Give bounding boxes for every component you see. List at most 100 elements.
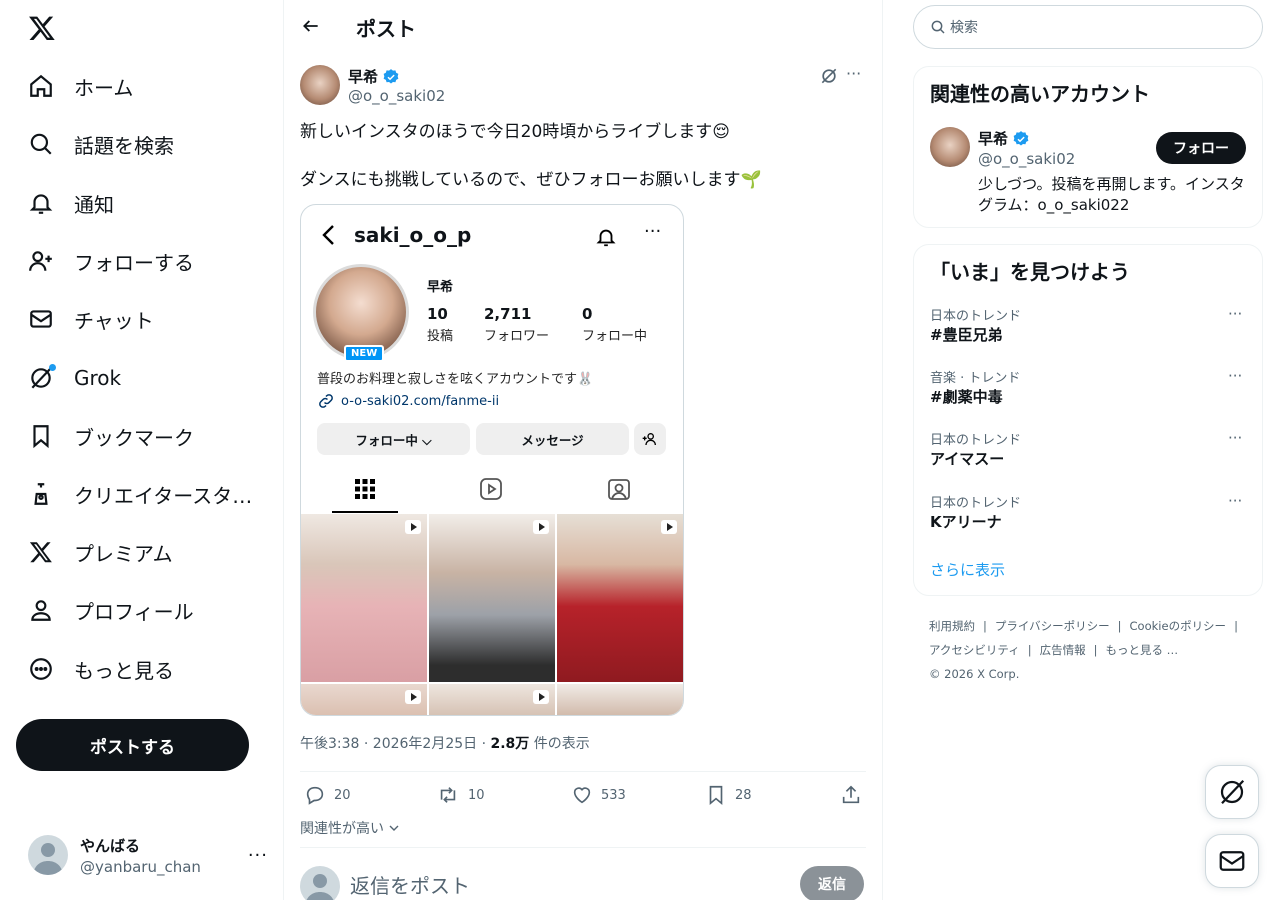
- grok-icon: [28, 364, 56, 391]
- reply-icon: [306, 786, 324, 805]
- page-title: ポスト: [356, 17, 416, 41]
- trend-name: #豊臣兄弟: [930, 326, 1003, 344]
- recommended-title: 関連性の高いアカウント: [930, 82, 1150, 106]
- trend-item[interactable]: 日本のトレンド アイマスー ···: [914, 429, 1262, 491]
- cookie-link[interactable]: Cookieのポリシー: [1130, 619, 1227, 633]
- recommended-name-row[interactable]: 早希: [978, 128, 1030, 149]
- ig-following-button: フォロー中 ⌵: [317, 423, 470, 455]
- tagged-icon: [608, 479, 630, 500]
- nav-creator-studio[interactable]: クリエイタースタ…: [28, 469, 252, 519]
- recommended-name: 早希: [978, 130, 1009, 148]
- ig-stat-followers: 2,711 フォロワー: [484, 305, 549, 344]
- separator: |: [1234, 619, 1238, 633]
- reply-input[interactable]: 返信をポスト: [350, 870, 470, 899]
- ig-stat-following: 0 フォロー中: [582, 305, 647, 344]
- ads-info-link[interactable]: 広告情報: [1040, 643, 1086, 657]
- arrow-left-icon: [303, 20, 318, 32]
- nav-more[interactable]: もっと見る: [28, 644, 174, 694]
- post-timestamp[interactable]: 午後3:38 · 2026年2月25日 ·: [300, 736, 491, 752]
- reply-submit-button[interactable]: 返信: [800, 866, 864, 900]
- sort-replies-dropdown[interactable]: 関連性が高い: [300, 818, 400, 838]
- trend-category: 日本のトレンド: [930, 309, 1022, 324]
- author-name-row[interactable]: 早希: [348, 66, 400, 87]
- grok-floating-button[interactable]: [1205, 765, 1259, 819]
- nav-notifications[interactable]: 通知: [28, 178, 114, 228]
- repost-icon: [440, 787, 456, 803]
- more-icon[interactable]: ···: [1228, 305, 1242, 323]
- ig-photo: [301, 684, 427, 715]
- left-sidebar: ホーム 話題を検索 通知 フォローする チャット Grok ブックマーク クリエ…: [0, 0, 284, 900]
- back-button[interactable]: [298, 13, 324, 39]
- author-avatar[interactable]: [300, 65, 340, 105]
- trend-item[interactable]: 日本のトレンド #豊臣兄弟 ···: [914, 305, 1262, 367]
- repost-button[interactable]: 10: [436, 784, 485, 806]
- heart-icon: [573, 787, 591, 804]
- nav-explore[interactable]: 話題を検索: [28, 119, 174, 169]
- show-more-link[interactable]: さらに表示: [930, 559, 1005, 580]
- post-text-line: 新しいインスタのほうで今日20時頃からライブします😌: [300, 122, 731, 142]
- play-icon: [533, 690, 549, 704]
- account-switcher[interactable]: やんばる @yanbaru_chan ···: [28, 830, 268, 880]
- share-button[interactable]: [840, 784, 870, 806]
- nav-bookmarks[interactable]: ブックマーク: [28, 411, 194, 461]
- x-logo-icon[interactable]: [28, 14, 56, 42]
- trend-item[interactable]: 音楽 · トレンド #劇薬中毒 ···: [914, 367, 1262, 429]
- grok-icon[interactable]: [819, 66, 839, 86]
- accessibility-link[interactable]: アクセシビリティ: [929, 643, 1020, 657]
- account-name: やんばる: [80, 836, 141, 855]
- author-handle[interactable]: @o_o_saki02: [348, 87, 445, 105]
- nav-creator-studio-label: クリエイタースタ…: [74, 483, 253, 508]
- like-button[interactable]: 533: [571, 784, 626, 806]
- avatar: [300, 866, 340, 900]
- copyright: © 2026 X Corp.: [929, 667, 1020, 681]
- active-tab-indicator: [332, 511, 398, 513]
- add-person-icon: [28, 248, 54, 274]
- privacy-link[interactable]: プライバシーポリシー: [995, 619, 1110, 633]
- search-input[interactable]: 検索: [913, 5, 1263, 49]
- reply-count: 20: [334, 787, 351, 803]
- reply-button[interactable]: 20: [304, 784, 351, 806]
- post-media-image[interactable]: saki_o_o_p ··· NEW 早希 10 投稿 2,711 フォロワー …: [300, 204, 684, 716]
- post-button[interactable]: ポストする: [16, 719, 249, 771]
- more-icon[interactable]: ···: [846, 64, 861, 83]
- terms-link[interactable]: 利用規約: [929, 619, 975, 633]
- ig-photo: [557, 514, 683, 682]
- nav-chat-label: チャット: [74, 308, 154, 333]
- nav-chat[interactable]: チャット: [28, 294, 154, 344]
- nav-grok[interactable]: Grok: [28, 353, 121, 403]
- grid-icon: [355, 479, 375, 499]
- trend-name: #劇薬中毒: [930, 388, 1003, 406]
- recommended-avatar[interactable]: [930, 127, 970, 167]
- chat-floating-button[interactable]: [1205, 834, 1259, 888]
- trend-name: アイマスー: [930, 450, 1005, 468]
- ig-photo: [429, 684, 555, 715]
- ig-photo: [429, 514, 555, 682]
- post-meta: 午後3:38 · 2026年2月25日 · 2.8万 件の表示: [300, 733, 590, 753]
- bell-icon: [596, 229, 616, 247]
- more-link[interactable]: もっと見る …: [1105, 643, 1178, 657]
- nav-premium[interactable]: プレミアム: [28, 527, 173, 577]
- ig-add-user-button: [634, 423, 666, 455]
- more-icon[interactable]: ···: [1228, 367, 1242, 385]
- footer-links: 利用規約 | プライバシーポリシー | Cookieのポリシー | アクセシビリティ | 広告…: [929, 614, 1259, 686]
- more-icon[interactable]: ···: [248, 845, 268, 866]
- bookmark-button[interactable]: 28: [705, 784, 752, 806]
- stat-value: 2,711: [484, 305, 532, 323]
- nav-home[interactable]: ホーム: [28, 61, 133, 111]
- nav-profile[interactable]: プロフィール: [28, 585, 194, 635]
- trend-item[interactable]: 日本のトレンド Kアリーナ ···: [914, 492, 1262, 554]
- bookmark-count: 28: [735, 787, 752, 803]
- nav-grok-label: Grok: [74, 366, 122, 390]
- more-circle-icon: [28, 656, 54, 682]
- avatar: [28, 835, 68, 875]
- more-icon[interactable]: ···: [1228, 492, 1242, 510]
- bookmark-icon: [709, 785, 723, 806]
- new-badge: NEW: [344, 345, 385, 362]
- home-icon: [28, 73, 54, 99]
- nav-follow[interactable]: フォローする: [28, 236, 194, 286]
- more-icon[interactable]: ···: [1228, 429, 1242, 447]
- follow-button[interactable]: フォロー: [1156, 132, 1246, 164]
- trend-name: Kアリーナ: [930, 513, 1002, 531]
- ig-stat-posts: 10 投稿: [427, 305, 453, 344]
- post-text: 新しいインスタのほうで今日20時頃からライブします😌 ダンスにも挑戦しているので…: [300, 120, 860, 216]
